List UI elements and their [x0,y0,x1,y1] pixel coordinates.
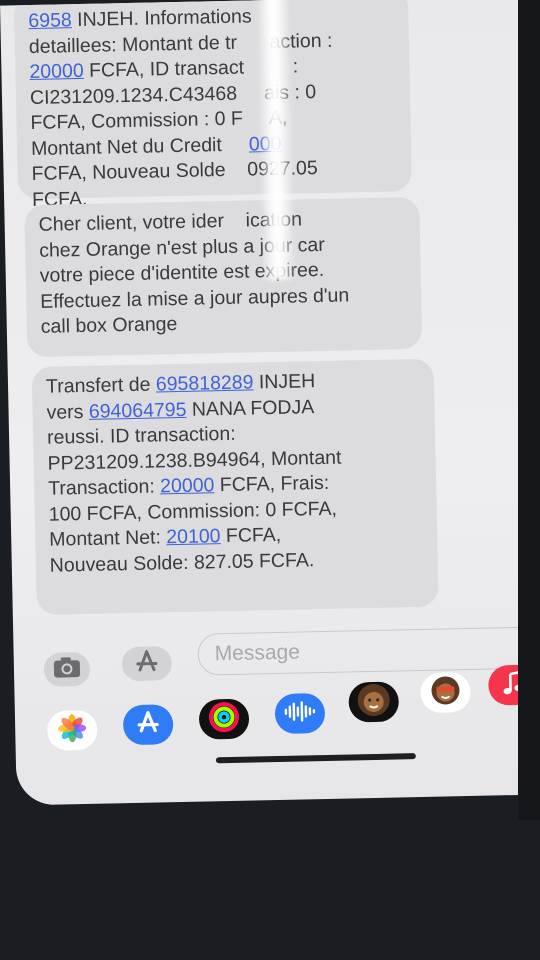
message-text: FCFA, Nouveau Solde [31,158,232,186]
message-text: Montant Net du Credit [30,133,228,160]
fitness-activity-icon [208,700,241,738]
message-text: 100 FCFA, Commission: 0 FCFA, [48,497,338,526]
app-store-icon [132,649,163,679]
photos-app-icon [57,712,88,748]
memoji-icon [355,681,392,723]
message-text: INJEH [253,370,316,394]
audio-message-icon [282,699,319,729]
message-bubble-3[interactable]: Transfert de 695818289 INJEH vers 6940647… [31,358,439,616]
fitness-activity-button[interactable] [198,698,250,740]
photos-app-button[interactable] [46,709,98,751]
apps-button[interactable] [121,646,173,682]
message-placeholder: Message [214,640,301,666]
message-text: INJEH. Informations [71,5,252,32]
message-text: : [292,55,299,78]
message-text: Cher client, votre ider [38,210,225,236]
message-link[interactable]: 20100 [166,525,221,548]
message-text [227,133,249,155]
message-text: reussi. ID transaction: [46,422,236,449]
memoji-stickers-icon [427,672,464,714]
message-bubble-2[interactable]: Cher client, votre ider icationchez Oran… [24,196,423,358]
message-text: PP231209.1238.B94964, Montant [47,446,342,475]
message-text: call box Orange [40,313,178,338]
message-text: NANA FODJA [186,395,315,421]
audio-message-button[interactable] [274,693,326,735]
memoji-button[interactable] [348,681,400,723]
memoji-stickers-button[interactable] [420,671,471,714]
message-input[interactable]: Message [197,626,540,676]
camera-button[interactable] [43,651,91,687]
message-link[interactable]: 694064795 [89,398,187,422]
message-text: FCFA, Commission : 0 F [30,107,244,135]
message-text: Transaction: [47,475,161,500]
camera-icon [53,656,82,684]
message-text: CI231209.1234.C43468 [29,82,238,109]
message-text: Montant Net: [49,526,167,551]
app-store-app-button[interactable] [122,704,174,746]
message-link[interactable]: 20000 [29,60,84,83]
message-text [224,210,246,232]
message-text: vers [46,400,90,424]
imessage-app-drawer [14,664,540,751]
message-text: detaillees: Montant de tr [28,31,238,58]
message-text: FCFA, [220,523,282,548]
message-text: Transfert de [45,373,157,398]
message-text: Nouveau Solde: 827.05 FCFA. [49,548,315,577]
message-text: FCFA, ID transact [83,56,245,82]
message-text: FCFA, Frais: [214,471,330,497]
screen-glare [255,0,296,281]
message-text: Effectuez la mise a jour aupres d'un [40,283,350,313]
home-indicator[interactable] [215,753,416,764]
message-link[interactable]: 6958 [28,9,72,32]
app-store-app-icon [133,709,164,741]
message-bubble-1[interactable]: 6958 INJEH. Informations detaillees: Mont… [13,0,413,211]
messages-screen: 6958 INJEH. Informations detaillees: Mont… [0,0,540,806]
device-bezel [518,0,540,820]
message-text [231,159,248,181]
message-link[interactable]: 20000 [160,474,215,497]
message-link[interactable]: 695818289 [156,371,254,395]
